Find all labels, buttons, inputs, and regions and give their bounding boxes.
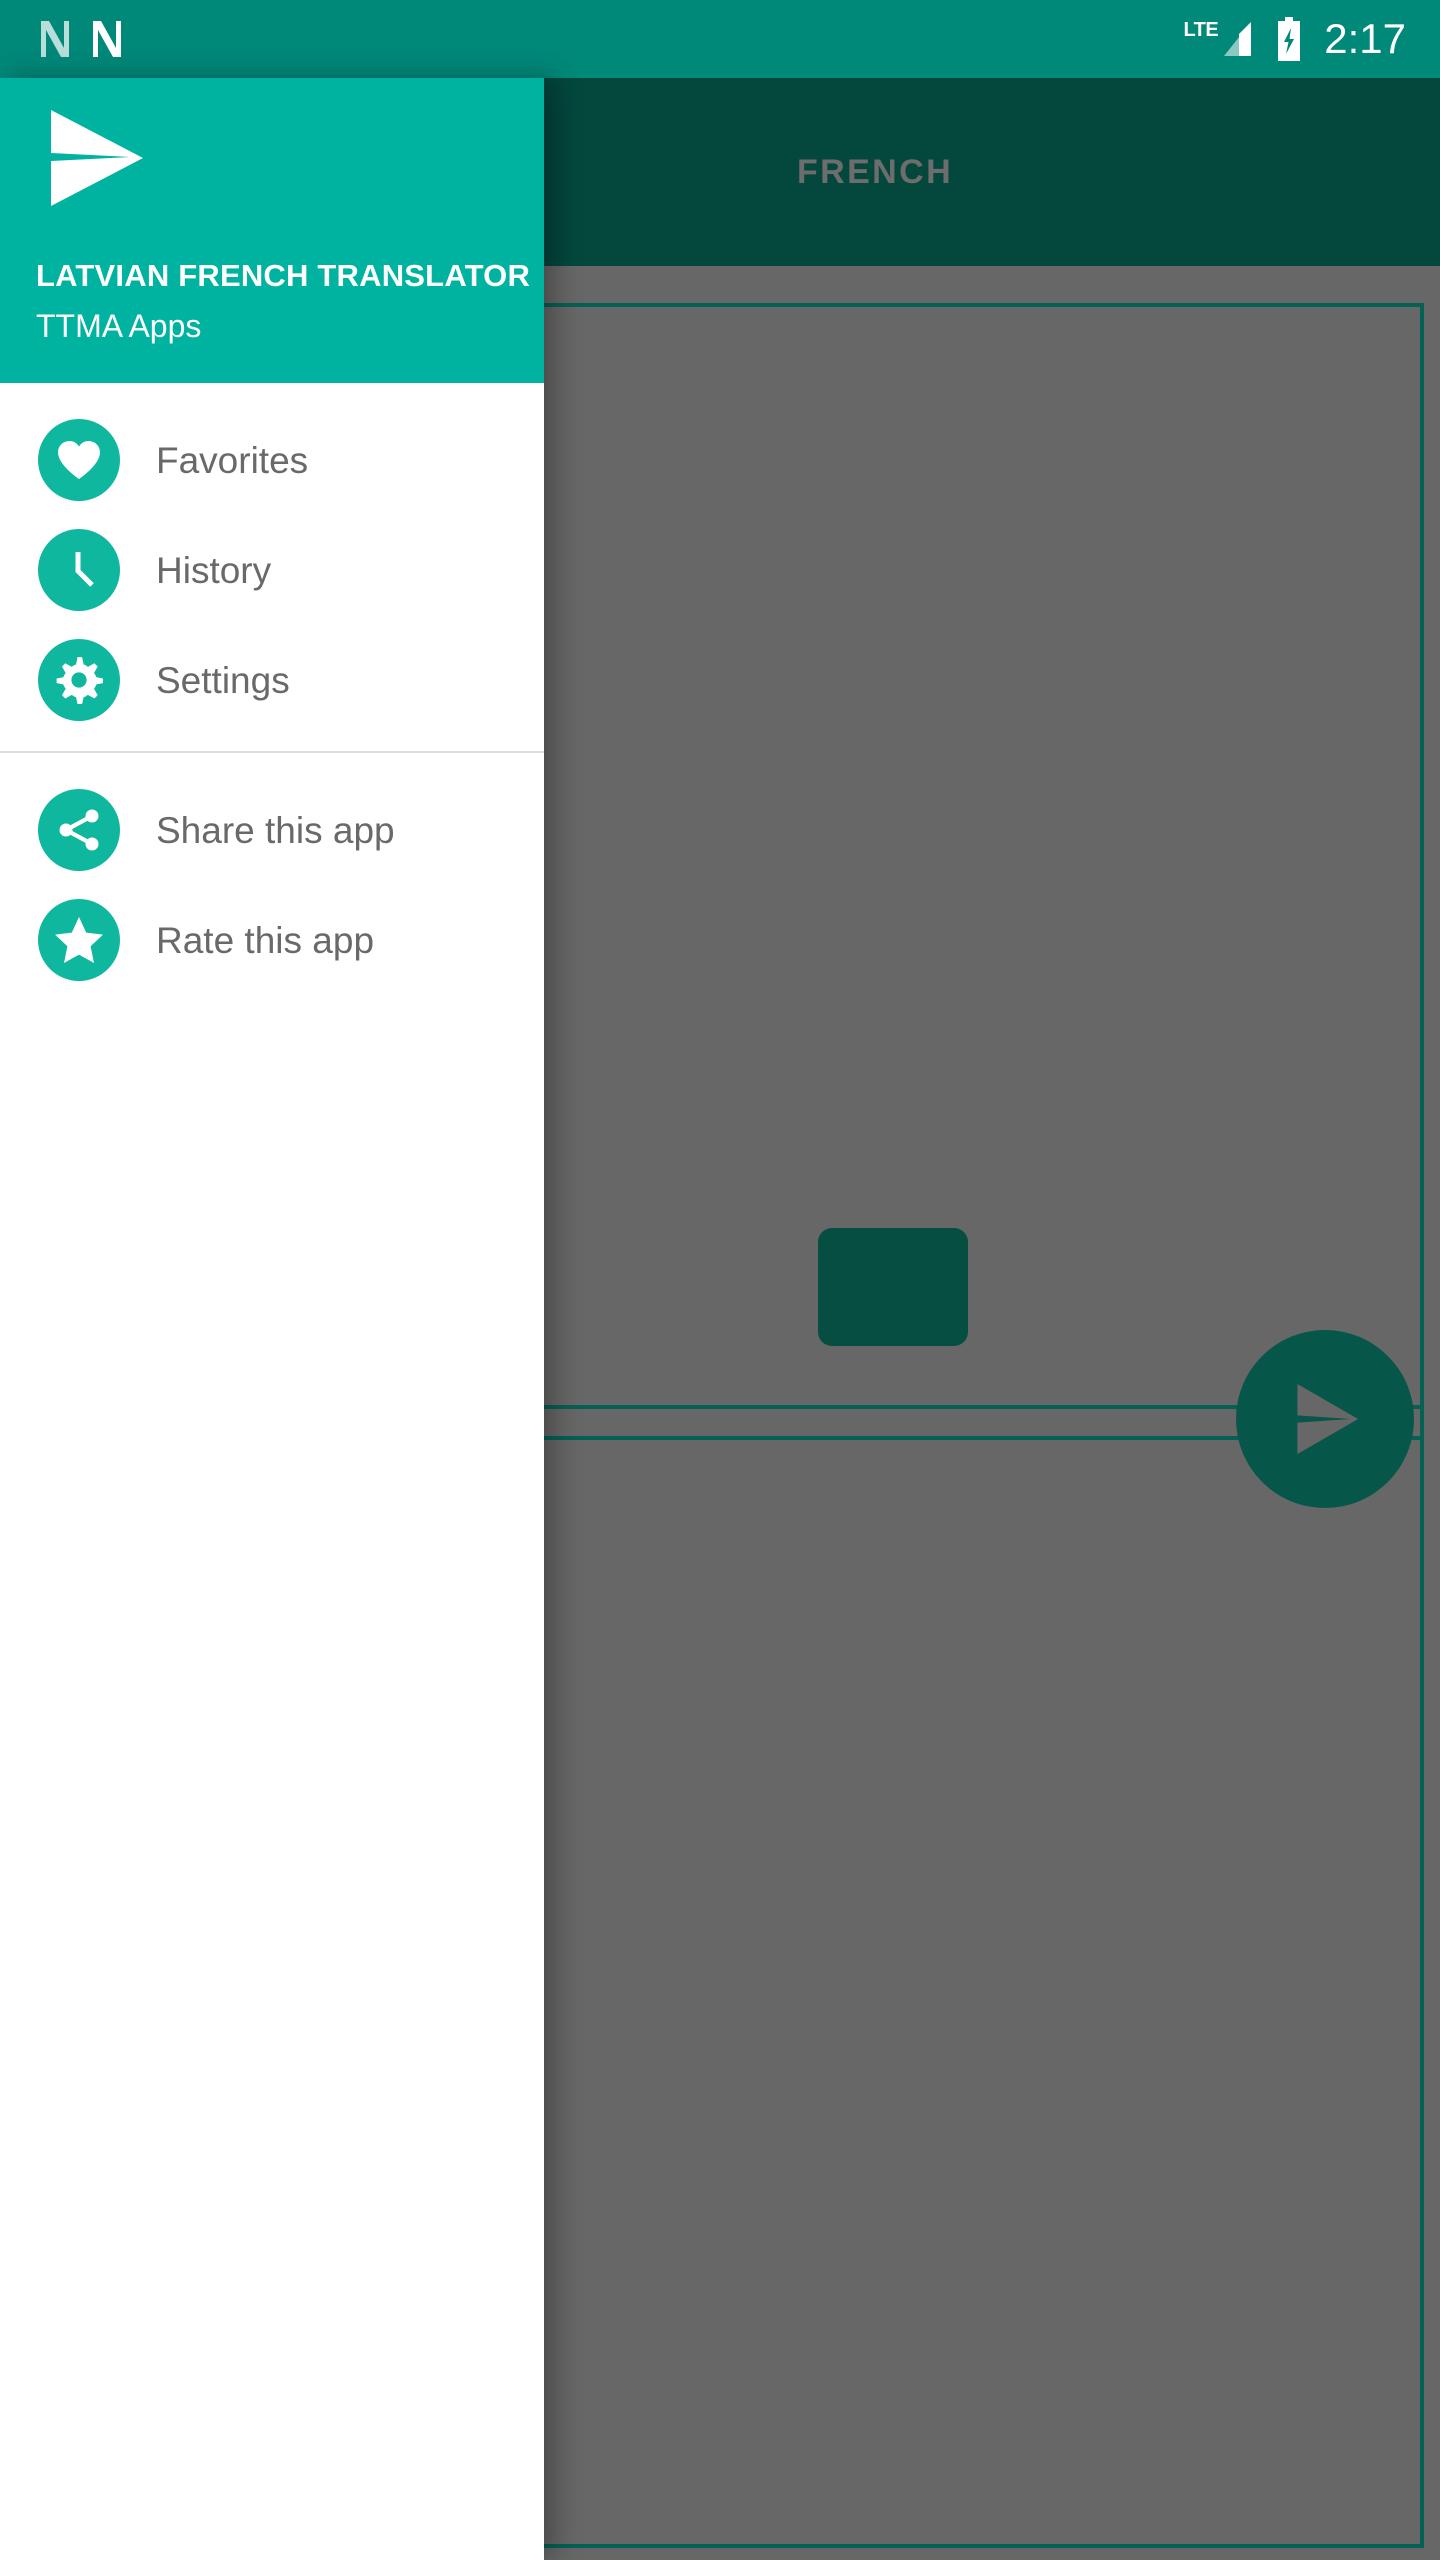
send-fab-button[interactable]	[1236, 1330, 1414, 1508]
drawer-header: LATVIAN FRENCH TRANSLATOR TTMA Apps	[0, 78, 544, 383]
sidebar-item-favorites[interactable]: Favorites	[0, 405, 544, 515]
sidebar-item-label: Share this app	[156, 809, 395, 851]
send-arrow-logo	[35, 98, 155, 218]
status-bar: LTE 2:17	[0, 0, 1440, 78]
status-bar-indicators: LTE 2:17	[1183, 16, 1440, 62]
sidebar-item-history[interactable]: History	[0, 515, 544, 625]
app-title: LATVIAN FRENCH TRANSLATOR	[36, 258, 531, 293]
sidebar-item-share-this-app[interactable]: Share this app	[0, 775, 544, 885]
partially-hidden-action-button[interactable]	[818, 1228, 968, 1346]
network-indicator: LTE	[1183, 18, 1254, 60]
star-icon	[38, 899, 120, 981]
share-icon	[38, 789, 120, 871]
drawer-divider	[0, 751, 544, 753]
app-publisher: TTMA Apps	[36, 308, 202, 344]
battery-charging-icon	[1274, 16, 1304, 62]
send-arrow-icon	[1279, 1373, 1371, 1465]
sidebar-item-label: History	[156, 549, 272, 591]
heart-icon	[38, 419, 120, 501]
status-bar-clock: 2:17	[1324, 15, 1406, 62]
status-bar-notifications	[0, 18, 124, 60]
sidebar-item-label: Favorites	[156, 439, 309, 481]
android-n-icon	[90, 18, 124, 60]
lte-label: LTE	[1183, 19, 1219, 41]
navigation-drawer: LATVIAN FRENCH TRANSLATOR TTMA Apps Favo…	[0, 78, 544, 2560]
gear-icon	[38, 639, 120, 721]
android-n-icon	[38, 18, 72, 60]
signal-bars-icon	[1220, 18, 1254, 60]
sidebar-item-settings[interactable]: Settings	[0, 625, 544, 735]
clock-icon	[38, 529, 120, 611]
phone-screen: FRENCH LTE 2:17 LATVIAN FRENCH TRANSLATO…	[0, 0, 1440, 2560]
drawer-menu: Favorites History Settings Share this ap…	[0, 383, 544, 995]
sidebar-item-rate-this-app[interactable]: Rate this app	[0, 885, 544, 995]
sidebar-item-label: Rate this app	[156, 919, 375, 961]
sidebar-item-label: Settings	[156, 659, 290, 701]
